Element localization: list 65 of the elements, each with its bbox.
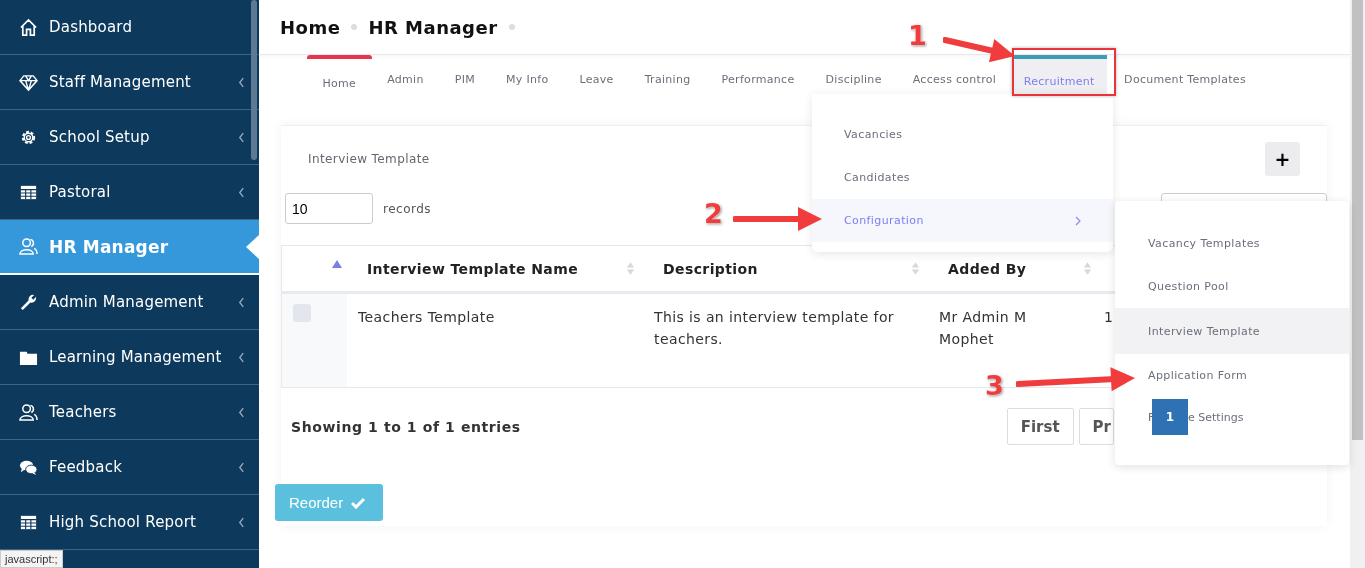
separator-dot (351, 24, 358, 30)
chevron-icon (238, 131, 245, 143)
menu-item[interactable]: Configuration (812, 199, 1113, 242)
pagination-button[interactable]: First (1006, 408, 1074, 445)
users-icon (19, 237, 38, 256)
column-header[interactable]: Description (663, 260, 758, 277)
nav-tab[interactable]: Admin (371, 55, 440, 99)
table-cell-text: 1 (1103, 308, 1115, 327)
sort-icon[interactable] (1083, 261, 1092, 276)
menu-item[interactable]: Candidates (812, 156, 1113, 199)
menu-item[interactable]: Vacancy Templates (1145, 222, 1349, 265)
nav-tab[interactable]: Home (307, 55, 372, 99)
pagination-button[interactable]: Pr (1078, 408, 1114, 445)
scrollbar-thumb[interactable] (1352, 0, 1363, 440)
sidebar-item[interactable]: Feedback (0, 440, 259, 495)
diamond-icon (19, 72, 38, 92)
column-header[interactable]: Added By (948, 260, 1027, 277)
scrollbar[interactable] (1350, 0, 1365, 568)
chevron-icon (238, 461, 245, 473)
sidebar-item[interactable]: Learning Management (0, 330, 259, 385)
entries-info: Showing 1 to 1 of 1 entries (291, 418, 521, 435)
separator-dot (508, 24, 515, 30)
card-title: Interview Template (308, 152, 430, 166)
records-label: records (383, 201, 432, 216)
chevron-icon (238, 351, 245, 363)
nav-tab[interactable]: Leave (563, 55, 630, 99)
nav-tab[interactable]: Training (629, 55, 706, 99)
breadcrumb-link[interactable]: HR Manager (368, 16, 498, 38)
sidebar-item[interactable]: Admin Management (0, 275, 259, 330)
menu-item[interactable]: e Settings (1188, 410, 1244, 424)
page-length-field[interactable]: 10 (285, 193, 373, 224)
table-cell-text: Teachers Template (357, 308, 496, 327)
sidebar-item[interactable]: HR Manager (0, 220, 259, 275)
scrollbar-thumb[interactable] (251, 0, 257, 160)
active-pointer (246, 234, 259, 259)
nav-tab[interactable]: Performance (706, 55, 810, 99)
step-number: 1 (908, 22, 927, 49)
sort-icon[interactable] (911, 261, 920, 276)
step-number: 2 (704, 200, 723, 227)
chevron-right-icon (1075, 215, 1081, 226)
chevron-icon (238, 516, 245, 528)
check-icon (351, 496, 366, 509)
house-icon (19, 17, 38, 37)
menu-item[interactable]: Application Form (1145, 354, 1349, 397)
chevron-icon (238, 406, 245, 418)
column-header[interactable]: Interview Template Name (367, 260, 579, 277)
sort-up-icon[interactable] (332, 260, 342, 268)
menu-item[interactable]: Vacancies (812, 113, 1113, 156)
chevron-icon (238, 76, 245, 88)
wrench-icon (19, 292, 38, 312)
breadcrumb-link[interactable]: Home (280, 16, 341, 38)
nav-tab[interactable]: PIM (439, 55, 491, 99)
current-page-button[interactable]: 1 (1152, 399, 1188, 435)
users-icon (19, 402, 38, 422)
chevron-icon (238, 296, 245, 308)
nav-tab[interactable]: My Info (490, 55, 564, 99)
step-number: 3 (985, 372, 1004, 399)
sort-icon[interactable] (626, 261, 635, 276)
menu-item[interactable]: Question Pool (1145, 265, 1349, 308)
sidebar-item[interactable]: Teachers (0, 385, 259, 440)
table-cell-text: Mr Admin M Mophet (938, 308, 1028, 349)
add-button[interactable]: + (1265, 142, 1300, 176)
table-cell-text: This is an interview template for teachers. (653, 308, 895, 349)
chevron-icon (238, 186, 245, 198)
status-tooltip: javascript:; (0, 550, 63, 568)
